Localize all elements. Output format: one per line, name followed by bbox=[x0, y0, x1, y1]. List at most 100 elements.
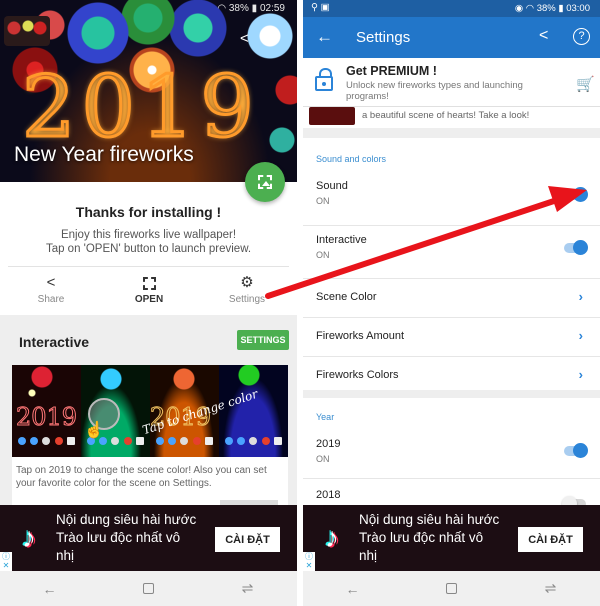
open-label: OPEN bbox=[134, 294, 164, 305]
hero-share-icon[interactable]: < bbox=[240, 30, 249, 47]
setting-scene-color[interactable]: Scene Color › bbox=[303, 278, 600, 317]
page-title: Settings bbox=[356, 29, 411, 46]
premium-title: Get PREMIUM ! bbox=[346, 64, 437, 78]
hand-pointer-icon: ☝ bbox=[84, 422, 104, 439]
status-bar: ⚲ ▣ ◉ ◠ 38% ▮ 03:00 bbox=[303, 0, 600, 17]
lock-icon bbox=[315, 68, 333, 91]
share-icon: < bbox=[46, 274, 56, 291]
share-label: Share bbox=[37, 294, 65, 305]
nav-back-icon[interactable]: ← bbox=[30, 581, 70, 597]
clock: 02:59 bbox=[259, 3, 285, 14]
sound-toggle[interactable] bbox=[564, 187, 588, 202]
setting-title: Interactive bbox=[316, 234, 367, 246]
hero-year-art: 2019 bbox=[21, 57, 260, 158]
screenshot-composite: 2019 ◠ 38% ▮ 02:59 < New Year fireworks … bbox=[0, 0, 600, 606]
app-thumbnail bbox=[4, 16, 50, 46]
setting-sound[interactable]: Sound ON bbox=[303, 172, 600, 225]
setting-summary: ON bbox=[316, 196, 330, 206]
cart-icon[interactable]: 🛒 bbox=[576, 75, 595, 93]
preview-description: Tap on 2019 to change the scene color! A… bbox=[16, 465, 267, 489]
chevron-right-icon: › bbox=[578, 367, 583, 382]
interactive-section: Interactive SETTINGS 2019 2019 ☝ Tap to … bbox=[0, 315, 297, 512]
setting-year-2018[interactable]: 2018 bbox=[303, 478, 600, 511]
wifi-icon: ◠ bbox=[217, 3, 227, 14]
open-action[interactable]: OPEN bbox=[109, 274, 189, 305]
setting-fireworks-colors[interactable]: Fireworks Colors › bbox=[303, 356, 600, 390]
group-header: Year bbox=[316, 412, 335, 422]
interactive-toggle[interactable] bbox=[564, 240, 588, 255]
ad-install-button[interactable]: CÀI ĐẶT bbox=[518, 527, 583, 552]
help-icon[interactable]: ? bbox=[573, 28, 590, 45]
group-header: Sound and colors bbox=[316, 154, 387, 164]
setting-interactive[interactable]: Interactive ON bbox=[303, 225, 600, 278]
settings-action[interactable]: ⚙ Settings bbox=[207, 274, 287, 305]
install-subtitle-line2: Tap on 'OPEN' button to launch preview. bbox=[45, 243, 252, 255]
setting-fireworks-amount[interactable]: Fireworks Amount › bbox=[303, 317, 600, 356]
ad-text: Nội dung siêu hài hước Trào lưu độc nhất… bbox=[359, 512, 500, 563]
battery-percent: 38% bbox=[228, 3, 249, 14]
install-title: Thanks for installing ! bbox=[75, 204, 222, 220]
status-bar: ◠ 38% ▮ 02:59 bbox=[217, 3, 285, 14]
battery-icon: ▮ bbox=[558, 3, 564, 14]
app-bar: ← Settings < ? bbox=[303, 17, 600, 58]
adchoices-icon[interactable]: ⓘ ✕ bbox=[0, 552, 12, 571]
interactive-preview-card: 2019 2019 ☝ Tap to change color Tap on 2… bbox=[12, 365, 288, 512]
setting-title: Sound bbox=[316, 180, 348, 192]
hearts-promo-row[interactable]: a beautiful scene of hearts! Take a look… bbox=[303, 106, 600, 128]
section-title: Interactive bbox=[19, 334, 90, 350]
adchoices-icon[interactable]: ⓘ ✕ bbox=[303, 552, 315, 571]
set-wallpaper-fab[interactable] bbox=[245, 162, 285, 202]
divider bbox=[8, 266, 289, 267]
preview-image: 2019 2019 ☝ Tap to change color bbox=[12, 365, 288, 457]
chevron-right-icon: › bbox=[578, 328, 583, 343]
notification-icons: ⚲ ▣ bbox=[311, 2, 330, 13]
wallpaper-icon bbox=[258, 175, 272, 189]
tiktok-logo-icon: ♪ bbox=[22, 522, 36, 553]
system-nav-bar: ← ⇌ bbox=[0, 571, 297, 606]
status-right: ◉ ◠ 38% ▮ 03:00 bbox=[515, 3, 590, 14]
battery-icon: ▮ bbox=[251, 3, 258, 14]
left-phone-screen: 2019 ◠ 38% ▮ 02:59 < New Year fireworks … bbox=[0, 0, 297, 606]
nav-home-icon[interactable] bbox=[432, 581, 472, 597]
wifi-icon: ◠ bbox=[525, 3, 535, 14]
hearts-thumbnail bbox=[309, 107, 355, 125]
premium-subtitle: Unlock new fireworks types and launching… bbox=[346, 80, 523, 102]
nav-back-icon[interactable]: ← bbox=[333, 581, 373, 597]
tiktok-logo-icon: ♪ bbox=[325, 522, 339, 553]
setting-year-2019[interactable]: 2019 ON bbox=[303, 428, 600, 478]
nav-recents-icon[interactable]: ⇌ bbox=[531, 580, 571, 597]
share-icon[interactable]: < bbox=[539, 27, 548, 45]
ad-banner[interactable]: ♪ Nội dung siêu hài hước Trào lưu độc nh… bbox=[0, 505, 297, 571]
share-action[interactable]: < Share bbox=[11, 274, 91, 305]
chevron-right-icon: › bbox=[578, 289, 583, 304]
setting-title: 2019 bbox=[316, 438, 341, 450]
battery-percent: 38% bbox=[536, 3, 556, 14]
install-subtitle-line1: Enjoy this fireworks live wallpaper! bbox=[60, 229, 237, 241]
year-2019-toggle[interactable] bbox=[564, 443, 588, 458]
alarm-icon: ◉ bbox=[514, 3, 524, 14]
system-nav-bar: ← ⇌ bbox=[303, 571, 600, 606]
wallpaper-hero: 2019 ◠ 38% ▮ 02:59 < New Year fireworks bbox=[0, 0, 297, 182]
ad-banner[interactable]: ♪ Nội dung siêu hài hước Trào lưu độc nh… bbox=[303, 505, 600, 571]
premium-banner[interactable]: Get PREMIUM ! Unlock new fireworks types… bbox=[303, 58, 600, 106]
clock: 03:00 bbox=[566, 3, 590, 14]
setting-title: Fireworks Colors bbox=[316, 369, 399, 381]
settings-button[interactable]: SETTINGS bbox=[237, 330, 289, 350]
install-card: Thanks for installing ! Enjoy this firew… bbox=[0, 182, 297, 315]
setting-summary: ON bbox=[316, 250, 330, 260]
wallpaper-icon bbox=[109, 274, 189, 292]
right-phone-screen: ⚲ ▣ ◉ ◠ 38% ▮ 03:00 ← Settings < ? Get P… bbox=[303, 0, 600, 606]
hearts-promo-text: a beautiful scene of hearts! Take a look… bbox=[362, 110, 530, 121]
setting-title: 2018 bbox=[316, 489, 341, 501]
preview-year-art: 2019 bbox=[15, 403, 78, 432]
nav-home-icon[interactable] bbox=[129, 581, 169, 597]
settings-label: Settings bbox=[228, 294, 266, 305]
sound-and-colors-group: Sound and colors Sound ON Interactive ON… bbox=[303, 138, 600, 390]
ad-text: Nội dung siêu hài hước Trào lưu độc nhất… bbox=[56, 512, 197, 563]
setting-title: Scene Color bbox=[316, 291, 377, 303]
nav-recents-icon[interactable]: ⇌ bbox=[228, 580, 268, 597]
arrow-back-icon[interactable]: ← bbox=[316, 27, 333, 47]
ad-install-button[interactable]: CÀI ĐẶT bbox=[215, 527, 280, 552]
gear-icon: ⚙ bbox=[240, 274, 254, 291]
setting-title: Fireworks Amount bbox=[316, 330, 405, 342]
